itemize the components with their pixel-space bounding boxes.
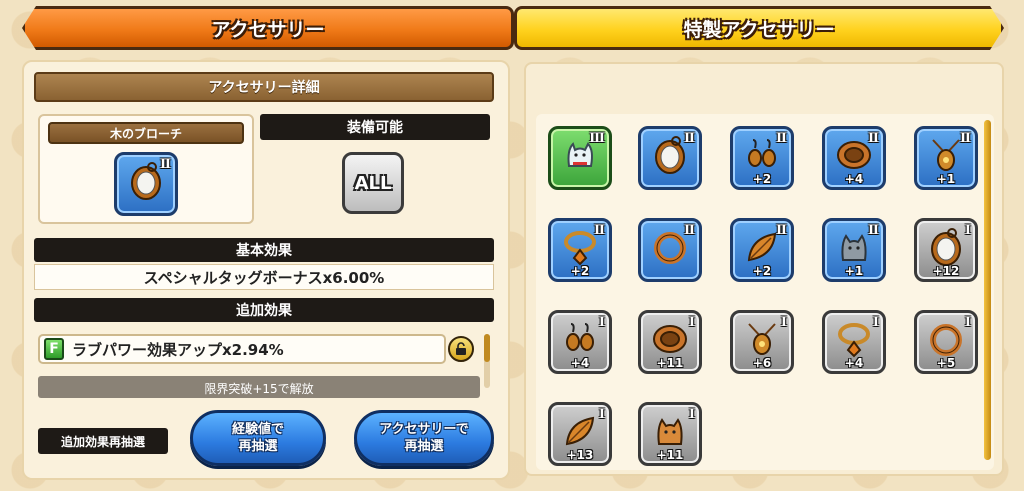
accessory-plus-level: +1 (936, 172, 956, 186)
reroll-label-text: 追加効果再抽選 (60, 434, 145, 449)
accessory-rank: Ⅱ (594, 223, 605, 238)
accessory-slot[interactable]: Ⅲ (548, 126, 612, 190)
equip-all-badge: ALL (342, 152, 404, 214)
locked-effect-text: 限界突破+15で解放 (204, 382, 314, 396)
item-icon-slot[interactable]: Ⅱ (114, 152, 178, 216)
base-effect-header: 基本効果 (34, 238, 494, 262)
accessory-rank: Ⅱ (776, 223, 787, 238)
accessory-plus-level: +13 (566, 448, 594, 462)
accessory-slot[interactable]: Ⅱ +1 (822, 218, 886, 282)
accessory-rank: Ⅱ (684, 223, 695, 238)
reroll-with-exp-button[interactable]: 経験値で 再抽選 (190, 410, 326, 466)
accessory-slot[interactable]: Ⅰ +5 (914, 310, 978, 374)
detail-header: アクセサリー詳細 (34, 72, 494, 102)
extra-effect-text: ラブパワー効果アップx2.94% (72, 340, 284, 359)
base-effect-text: スペシャルタッグボーナスx6.00% (143, 268, 385, 287)
equip-all-label: ALL (354, 172, 392, 194)
detail-header-label: アクセサリー詳細 (208, 80, 320, 96)
item-rank: Ⅱ (160, 157, 171, 172)
extra-effect-header-label: 追加効果 (236, 303, 292, 319)
accessory-slot[interactable]: Ⅱ +4 (822, 126, 886, 190)
accessory-slot[interactable]: Ⅱ +2 (730, 218, 794, 282)
equip-header-label: 装備可能 (347, 120, 403, 136)
accessory-plus-level: +6 (752, 356, 772, 370)
grid-scrollbar-thumb[interactable] (984, 120, 991, 460)
accessory-plus-level: +5 (936, 356, 956, 370)
accessory-rank: Ⅱ (868, 131, 879, 146)
accessory-rank: Ⅱ (868, 223, 879, 238)
accessory-rank: Ⅰ (688, 407, 695, 422)
reroll-exp-line2: 再抽選 (238, 439, 278, 454)
reroll-exp-line1: 経験値で (231, 422, 284, 437)
accessory-slot[interactable]: Ⅰ +11 (638, 310, 702, 374)
reroll-label: 追加効果再抽選 (38, 428, 168, 454)
accessory-rank: Ⅰ (872, 315, 879, 330)
accessory-slot[interactable]: Ⅰ +12 (914, 218, 978, 282)
accessory-slot[interactable]: Ⅱ +1 (914, 126, 978, 190)
base-effect-header-label: 基本効果 (236, 243, 292, 259)
item-name: 木のブローチ (109, 126, 182, 141)
accessory-rank: Ⅲ (589, 131, 605, 146)
accessory-slot[interactable]: Ⅰ +4 (822, 310, 886, 374)
accessory-slot[interactable]: Ⅱ (638, 126, 702, 190)
item-name-plaque: 木のブローチ (48, 122, 244, 144)
accessory-plus-level: +11 (656, 356, 684, 370)
extra-effect-row: F ラブパワー効果アップx2.94% (38, 334, 446, 364)
locked-effect-row: 限界突破+15で解放 (38, 376, 480, 398)
accessory-rank: Ⅰ (780, 315, 787, 330)
accessory-slot[interactable]: Ⅰ +13 (548, 402, 612, 466)
grade-badge: F (44, 338, 64, 360)
brooch-icon (128, 161, 164, 207)
lock-icon[interactable] (448, 336, 474, 362)
accessory-slot[interactable]: Ⅰ +4 (548, 310, 612, 374)
accessory-plus-level: +2 (752, 264, 772, 278)
accessory-rank: Ⅱ (776, 131, 787, 146)
reroll-with-accessory-button[interactable]: アクセサリーで 再抽選 (354, 410, 494, 466)
accessory-rank: Ⅰ (964, 223, 971, 238)
equip-header: 装備可能 (260, 114, 490, 140)
accessory-rank: Ⅱ (684, 131, 695, 146)
reroll-acc-line2: 再抽選 (404, 439, 444, 454)
tab-special-accessory-label: 特製アクセサリー (683, 18, 835, 41)
accessory-slot[interactable]: Ⅱ (638, 218, 702, 282)
accessory-plus-level: +4 (844, 356, 864, 370)
accessory-rank: Ⅰ (598, 315, 605, 330)
tab-accessory[interactable]: アクセサリー (22, 6, 514, 50)
accessory-rank: Ⅰ (964, 315, 971, 330)
accessory-detail-panel: アクセサリー詳細 木のブローチ Ⅱ 装備可能 ALL 基本効果 スペシャルタッグ… (22, 60, 510, 480)
accessory-plus-level: +11 (656, 448, 684, 462)
accessory-slot[interactable]: Ⅱ +2 (548, 218, 612, 282)
reroll-acc-line1: アクセサリーで (379, 422, 469, 437)
accessory-slot[interactable]: Ⅱ +2 (730, 126, 794, 190)
accessory-plus-level: +1 (844, 264, 864, 278)
tab-special-accessory[interactable]: 特製アクセサリー (514, 6, 1004, 50)
effects-scrollbar-thumb[interactable] (484, 334, 490, 362)
accessory-plus-level: +12 (932, 264, 960, 278)
tab-accessory-label: アクセサリー (211, 18, 325, 41)
brooch-icon (652, 135, 688, 181)
accessory-rank: Ⅰ (688, 315, 695, 330)
accessory-plus-level: +4 (844, 172, 864, 186)
item-preview-box: 木のブローチ Ⅱ (38, 114, 254, 224)
extra-effect-header: 追加効果 (34, 298, 494, 322)
accessory-rank: Ⅰ (598, 407, 605, 422)
accessory-plus-level: +2 (570, 264, 590, 278)
base-effect-row: スペシャルタッグボーナスx6.00% (34, 264, 494, 290)
accessory-slot[interactable]: Ⅰ +11 (638, 402, 702, 466)
accessory-rank: Ⅱ (960, 131, 971, 146)
accessory-plus-level: +2 (752, 172, 772, 186)
accessory-plus-level: +4 (570, 356, 590, 370)
accessory-grid: Ⅲ Ⅱ Ⅱ +2 Ⅱ +4 Ⅱ +1 Ⅱ +2 Ⅱ Ⅱ +2 Ⅱ +1 Ⅰ +12 Ⅰ +4 Ⅰ +11 Ⅰ +6 Ⅰ +4 Ⅰ +… (536, 114, 994, 470)
accessory-slot[interactable]: Ⅰ +6 (730, 310, 794, 374)
